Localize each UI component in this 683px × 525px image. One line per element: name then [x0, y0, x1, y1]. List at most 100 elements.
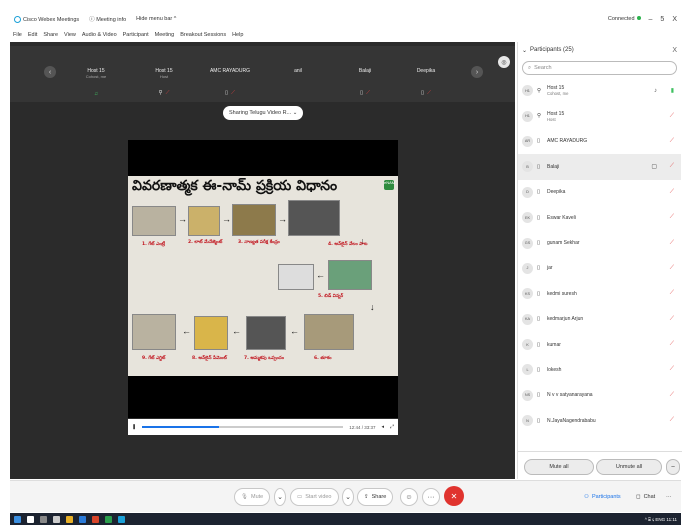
connection-status[interactable]: Connected [608, 16, 641, 22]
mic-muted-icon[interactable]: ⟋ [670, 417, 674, 424]
reactions-button[interactable]: ☺ [400, 488, 418, 506]
mic-muted-icon: ⟋ [427, 90, 431, 96]
menu-participant[interactable]: Participant [123, 32, 149, 38]
mic-active-icon[interactable]: ▮ [671, 87, 674, 94]
participant-row[interactable]: D ▯ Deepika ⟋ [518, 180, 681, 205]
mic-muted-icon[interactable]: ⟋ [670, 240, 674, 247]
more-options-button[interactable]: ··· [422, 488, 440, 506]
maximize-button[interactable]: 5 [660, 16, 664, 23]
video-options-button[interactable]: ⌄ [342, 488, 354, 506]
menu-view[interactable]: View [64, 32, 76, 38]
layout-button[interactable]: ◎ [498, 56, 510, 68]
participant-row[interactable]: L ▯ lokesh ⟋ [518, 357, 681, 382]
browser-icon[interactable] [79, 515, 86, 523]
video-tile[interactable]: Balaji ▯ ⟋ [335, 46, 395, 102]
mute-button[interactable]: 🎙 Mute [234, 488, 271, 506]
participant-row[interactable]: GS ▯ gunam Sekhar ⟋ [518, 230, 681, 255]
end-meeting-button[interactable]: ✕ [444, 486, 464, 506]
taskbar-app-icon[interactable] [92, 515, 99, 523]
chat-toggle-button[interactable]: ◻ Chat [636, 488, 655, 506]
mic-muted-icon[interactable]: ⟋ [670, 214, 674, 221]
unmute-all-button[interactable]: Unmute all [596, 459, 662, 475]
share-button[interactable]: ⇪ Share [357, 488, 394, 506]
participant-row[interactable]: EK ▯ Eswar Kaveli ⟋ [518, 205, 681, 230]
mic-muted-icon[interactable]: ⟋ [670, 189, 674, 196]
step-label: 5. బిడ్ విన్నర్ [318, 294, 344, 299]
mic-muted-icon[interactable]: ⟋ [670, 138, 674, 145]
collapse-chevron-icon[interactable]: ⌄ [522, 47, 527, 54]
meeting-controls: 🎙 Mute ⌄ ▭ Start video ⌄ ⇪ Share ☺ ··· ✕ ⚇ P… [10, 480, 681, 512]
participants-more-button[interactable]: – [666, 459, 680, 475]
participant-name: kedmi suresh [547, 290, 577, 297]
menu-edit[interactable]: Edit [28, 32, 37, 38]
participant-row[interactable]: B ▯ Balaji ▢ ⟋ [518, 154, 681, 180]
mic-muted-icon: ⟋ [231, 90, 235, 96]
mic-muted-icon[interactable]: ⟋ [670, 392, 674, 399]
participant-search[interactable]: ⌕ Search [522, 61, 677, 75]
strip-prev-button[interactable]: ‹ [44, 66, 56, 78]
panel-overflow-button[interactable]: ··· [666, 488, 672, 506]
participant-row[interactable]: AR ▯ AMC RAYADURG ⟋ [518, 129, 681, 154]
video-tile[interactable]: Host 15 Cohost, me ♫ [66, 46, 126, 102]
task-view-icon[interactable] [40, 515, 47, 523]
menu-share[interactable]: Share [43, 32, 58, 38]
play-pause-button[interactable]: ❚ [132, 424, 136, 430]
avatar: B [522, 161, 533, 173]
video-tile[interactable]: Deepika ▯ ⟋ [396, 46, 456, 102]
webex-taskbar-icon[interactable] [118, 515, 125, 523]
participant-name-block: Host 15 Cohost, me [547, 85, 568, 96]
hide-menu-bar-button[interactable]: Hide menu bar ^ [136, 16, 176, 22]
volume-icon[interactable]: ◂ [381, 424, 384, 430]
start-video-button[interactable]: ▭ Start video [290, 488, 339, 506]
menu-audio-video[interactable]: Audio & Video [82, 32, 117, 38]
menu-help[interactable]: Help [232, 32, 243, 38]
mic-muted-icon[interactable]: ⟋ [670, 163, 674, 170]
device-icon: ▯ [537, 341, 541, 348]
participant-row[interactable]: K ▯ kumar ⟋ [518, 332, 681, 357]
system-tray[interactable]: ^ ⌸ ☇ ENG 11:11 [645, 517, 677, 522]
start-menu-icon[interactable] [14, 515, 21, 523]
video-tile[interactable]: AMC RAYADURG ▯ ⟋ [200, 46, 260, 102]
participant-row[interactable]: J ▯ jar ⟋ [518, 256, 681, 281]
webex-logo-icon [14, 15, 21, 23]
menu-meeting[interactable]: Meeting [155, 32, 175, 38]
mic-muted-icon[interactable]: ⟋ [670, 265, 674, 272]
strip-next-button[interactable]: › [471, 66, 483, 78]
auction-scene [288, 200, 340, 236]
fullscreen-icon[interactable]: ⤢ [390, 424, 394, 430]
participant-row[interactable]: KA ▯ kedmarjun Arjun ⟋ [518, 307, 681, 332]
device-icon: ⚲ [158, 90, 163, 96]
avatar: EK [522, 212, 533, 224]
shared-video[interactable]: వివరణాత్మక ఈ-నామ్ ప్రక్రియ విధానం eNAM →… [128, 140, 398, 435]
participant-row[interactable]: H1 ⚲ Host 15 Cohost, me ♪ ▮ [518, 78, 681, 103]
taskbar-app-icon[interactable] [105, 515, 112, 523]
search-taskbar-icon[interactable] [27, 515, 34, 523]
video-seek-bar[interactable] [142, 426, 344, 428]
menu-file[interactable]: File [13, 32, 22, 38]
participant-row[interactable]: N ▯ N.JayaNagendrababu ⟋ [518, 408, 681, 433]
step-label: 3. నాణ్యత పరీక్ష కేంద్రం [238, 240, 280, 245]
participant-row[interactable]: KS ▯ kedmi suresh ⟋ [518, 281, 681, 306]
mic-muted-icon[interactable]: ⟋ [670, 341, 674, 348]
menu-breakout-sessions[interactable]: Breakout Sessions [180, 32, 226, 38]
gate-entry-scene [132, 206, 176, 236]
participant-row[interactable]: H1 ⚲ Host 15 Host ⟋ [518, 103, 681, 128]
participant-name-block: kumar [547, 342, 561, 348]
minimize-button[interactable]: – [649, 16, 653, 23]
mic-muted-icon[interactable]: ⟋ [670, 290, 674, 297]
sharing-dropdown[interactable]: Sharing Telugu Video R... ⌄ [223, 106, 304, 120]
video-tile[interactable]: Host 15 Host ⚲ ⟋ [134, 46, 194, 102]
folder-icon[interactable] [66, 515, 73, 523]
mic-muted-icon[interactable]: ⟋ [670, 366, 674, 373]
participants-toggle-button[interactable]: ⚇ Participants [584, 488, 621, 506]
taskbar-app-icon[interactable] [53, 515, 60, 523]
close-panel-button[interactable]: X [672, 47, 677, 54]
close-window-button[interactable]: X [672, 16, 677, 23]
audio-options-button[interactable]: ⌄ [274, 488, 286, 506]
mic-muted-icon[interactable]: ⟋ [670, 316, 674, 323]
participant-row[interactable]: NS ▯ N v v satyanarayana ⟋ [518, 383, 681, 408]
mic-muted-icon[interactable]: ⟋ [670, 113, 674, 120]
meeting-info-button[interactable]: ⓘ Meeting info [89, 15, 126, 23]
video-tile[interactable]: anil [268, 46, 328, 102]
mute-all-button[interactable]: Mute all [524, 459, 594, 475]
